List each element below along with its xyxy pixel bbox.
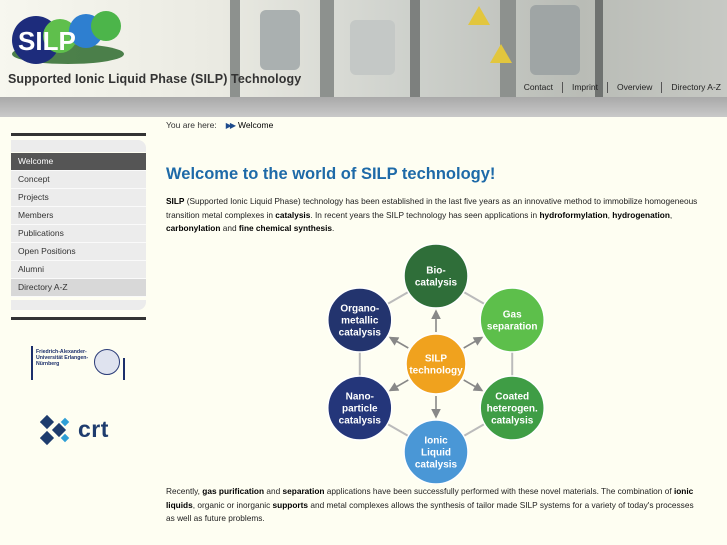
- breadcrumb: You are here: ▶▶ Welcome: [166, 120, 273, 130]
- top-nav: Contact Imprint Overview Directory A-Z: [515, 82, 721, 93]
- text-run: and: [264, 486, 283, 496]
- crt-mark-icon: [39, 414, 70, 446]
- text-run: carbonylation: [166, 223, 221, 233]
- ring-connector: [463, 423, 485, 437]
- node-label: Organo-: [340, 304, 379, 315]
- nav-directory-az[interactable]: Directory A-Z: [662, 82, 721, 93]
- node-label: catalysis: [339, 328, 382, 339]
- text-run: separation: [282, 486, 325, 496]
- text-run: , organic or inorganic: [192, 499, 273, 510]
- site-title: Supported Ionic Liquid Phase (SILP) Tech…: [8, 72, 302, 86]
- node-label: separation: [487, 322, 538, 333]
- sidebar-bottom-rule: [11, 317, 146, 320]
- node-label: Ionic: [424, 436, 448, 447]
- nav-imprint[interactable]: Imprint: [563, 82, 608, 93]
- node-bio-catalysis: Bio-catalysis: [403, 244, 469, 309]
- node-coated-catalysis: Coatedheterogen.catalysis: [479, 375, 545, 441]
- text-run: .: [332, 223, 335, 233]
- sidebar-item-welcome[interactable]: Welcome: [11, 153, 146, 171]
- arrow-icon: [388, 379, 409, 392]
- text-run: Recently,: [166, 486, 203, 496]
- node-label: Coated: [495, 392, 529, 403]
- header-banner: SILP Supported Ionic Liquid Phase (SILP)…: [0, 0, 727, 97]
- svg-text:SILP: SILP: [18, 26, 76, 56]
- node-silp-technology: SILPtechnology: [405, 333, 467, 395]
- breadcrumb-arrow-icon: ▶▶: [225, 120, 236, 130]
- sidebar-item-alumni[interactable]: Alumni: [11, 261, 146, 279]
- node-label: technology: [409, 366, 463, 377]
- header-divider-bar: [0, 97, 727, 117]
- arrow-icon: [388, 336, 409, 349]
- text-run: applications have been successfully perf…: [324, 486, 674, 496]
- text-run: and: [220, 223, 239, 233]
- node-label: metallic: [341, 316, 379, 327]
- applications-paragraph: Recently, gas purification and separatio…: [166, 485, 698, 526]
- fau-logo[interactable]: Friedrich-Alexander-Universität Erlangen…: [31, 346, 125, 380]
- ring-connector: [387, 291, 409, 305]
- text-run: gas purification: [202, 486, 265, 496]
- text-run: hydroformylation: [539, 209, 608, 220]
- sidebar-item-projects[interactable]: Projects: [11, 189, 146, 207]
- ring-connector: [463, 291, 485, 305]
- breadcrumb-current[interactable]: Welcome: [238, 120, 273, 130]
- ring-connector: [387, 423, 409, 437]
- node-label: Nano-: [346, 392, 374, 403]
- node-organometallic-catalysis: Organo-metalliccatalysis: [327, 287, 393, 353]
- node-label: Gas: [503, 310, 522, 321]
- node-label: catalysis: [339, 416, 382, 427]
- breadcrumb-prefix: You are here:: [166, 120, 217, 130]
- silp-applications-diagram: Bio-catalysisGasseparationCoatedheteroge…: [327, 244, 545, 484]
- node-label: particle: [342, 404, 378, 415]
- nav-contact[interactable]: Contact: [515, 82, 563, 93]
- sidebar-item-concept[interactable]: Concept: [11, 171, 146, 189]
- university-seal-icon: [94, 349, 120, 375]
- node-label: SILP: [425, 354, 448, 365]
- text-run: ,: [669, 209, 673, 220]
- text-run: . In recent years the SILP technology ha…: [310, 209, 540, 220]
- node-label: catalysis: [415, 278, 458, 289]
- text-run: hydrogenation: [612, 209, 670, 220]
- silp-logo[interactable]: SILP: [8, 6, 128, 70]
- sidebar-item-open-positions[interactable]: Open Positions: [11, 243, 146, 261]
- arrow-icon: [463, 336, 484, 349]
- node-label: catalysis: [491, 416, 534, 427]
- node-label: Bio-: [426, 266, 445, 277]
- node-ionic-liquid-catalysis: IonicLiquidcatalysis: [403, 419, 469, 484]
- text-run: supports: [272, 499, 309, 510]
- crt-logo-text: crt: [78, 416, 109, 442]
- text-run: SILP: [166, 196, 185, 206]
- node-label: catalysis: [415, 460, 458, 471]
- nav-overview[interactable]: Overview: [608, 82, 663, 93]
- sidebar-menu: Welcome Concept Projects Members Publica…: [11, 153, 146, 297]
- text-run: fine chemical synthesis: [238, 223, 333, 233]
- sidebar-top-rule: [11, 133, 146, 136]
- crt-logo[interactable]: crt: [39, 414, 120, 448]
- sidebar-item-members[interactable]: Members: [11, 207, 146, 225]
- page-title: Welcome to the world of SILP technology!: [166, 165, 496, 183]
- intro-paragraph: SILP (Supported Ionic Liquid Phase) tech…: [166, 195, 698, 236]
- sidebar-item-publications[interactable]: Publications: [11, 225, 146, 243]
- node-label: heterogen.: [487, 404, 538, 415]
- node-label: Liquid: [421, 448, 451, 459]
- arrow-icon: [463, 379, 484, 392]
- fau-logo-text: Friedrich-Alexander-Universität Erlangen…: [36, 349, 89, 367]
- text-run: catalysis: [275, 209, 311, 220]
- node-nanoparticle-catalysis: Nano-particlecatalysis: [327, 375, 393, 441]
- node-gas-separation: Gasseparation: [479, 287, 545, 353]
- sidebar-item-directory-az[interactable]: Directory A-Z: [11, 279, 146, 297]
